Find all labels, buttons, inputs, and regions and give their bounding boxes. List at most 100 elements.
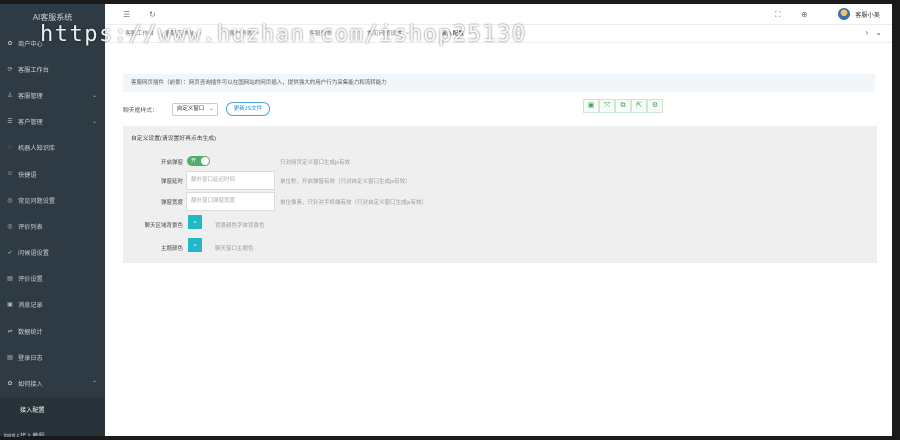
tab-4[interactable]: 常见问题设置 × [361,28,415,40]
user-icon: ✿ [7,40,13,47]
theme-color-picker[interactable]: ⌄ [188,238,202,252]
sidebar-item-label: 机器人知识库 [18,145,56,153]
popup-delay-row: 弹窗延时 额外窗口延迟时间 单位秒，开启弹窗有效（只对自定义窗口生成js有效） [123,171,863,193]
open-external-icon[interactable]: ⇱ [631,99,647,113]
theme-color-hint: 聊天窗口主题色 [215,246,254,252]
toggle-text: 开 [191,158,197,164]
sidebar-item-5[interactable]: ☺ 快捷语 [0,161,105,187]
custom-settings-panel: 自定义设置(请设置好再点击生成) 开启弹窗 开 只对网页定义窗口生成js有效 弹… [123,126,877,263]
log-icon: ▤ [7,354,13,361]
language-globe-icon[interactable]: ⊕ [801,10,808,19]
sidebar-item-label: 评价设置 [18,276,43,284]
tab-label: 客户列表 [229,31,253,37]
settings-icon: ▤ [7,276,13,283]
send-icon: ➶ [7,250,13,257]
sidebar-item-7[interactable]: ◎ 评价列表 [0,213,105,239]
access-icon: ✿ [7,381,13,388]
sidebar-item-4[interactable]: ◌ 机器人知识库 [0,135,105,161]
chat-bg-color-picker[interactable]: ⌄ [188,215,202,229]
popup-width-hint: 单位像素，只针对手机端有效（只对自定义窗口生成js有效） [280,200,427,206]
expand-icon[interactable]: ⤧ [599,99,615,113]
copy-icon[interactable]: ⧉ [615,99,631,113]
sidebar-item-label: 登录日志 [18,354,43,362]
sidebar-item-12[interactable]: ▤ 登录日志 [0,344,105,370]
rating-icon: ◎ [7,223,13,230]
fullscreen-icon[interactable]: ⛶ [775,10,781,20]
chevron-icon: ⌄ [91,92,97,99]
chevron-icon: ⌃ [91,381,97,388]
tab-menu-chevron-down-icon[interactable]: ⌄ [875,28,882,37]
menu-toggle-icon[interactable]: ☰ [123,10,130,19]
top-bar: ☰ ↻ ⛶ ⊕ 客服小美 [105,4,892,25]
sidebar-item-1[interactable]: ⟳ 客服工作台 [0,56,105,82]
sidebar-item-label: 客服工作台 [18,66,49,74]
tab-5[interactable]: 接入配置 × [435,28,478,40]
chat-bg-color-row: 聊天区域背景色 ⌄ 背景颜色字体背景色 [123,215,863,237]
tab-label: 客服工作台 [125,31,154,37]
message-icon: ▣ [7,302,13,309]
workbench-icon: ⟳ [7,66,13,73]
sidebar-item-6[interactable]: ◎ 常见问题设置 [0,187,105,213]
faq-icon: ◎ [7,197,13,204]
popup-width-input[interactable]: 额外窗口弹窗宽度 [186,192,275,211]
close-icon[interactable]: × [336,31,339,37]
sidebar-item-label: 如何接入 [18,381,43,389]
popup-delay-input[interactable]: 额外窗口延迟时间 [186,171,275,190]
chevron-down-icon: ⌄ [209,105,214,112]
tab-bar: 客服工作台 × 客服工作台 × 客户列表 × 客服列表 × 常见问题设置 × 接入配置 × › ⌄ [105,25,892,43]
chevron-icon: ⌄ [91,119,97,126]
sidebar-item-11[interactable]: ⇌ 数据统计 [0,318,105,344]
popup-enable-label: 开启弹窗 [160,160,183,166]
tab-2[interactable]: 客户列表 × [223,28,266,40]
sidebar-item-8[interactable]: ➶ 问候语设置 [0,240,105,266]
chat-style-value: 自定义窗口 [176,105,205,112]
popup-delay-label: 弹窗延时 [160,179,183,185]
customer-icon: ☰ [7,119,13,126]
app-logo: AI客服系统 [32,12,73,22]
sidebar-item-0[interactable]: ✿ 商户中心 [0,30,105,56]
update-js-button[interactable]: 更新JS文件 [225,102,271,116]
export-icon[interactable]: ▣ [583,99,599,113]
sidebar-item-label: 客户管理 [18,119,43,127]
chat-style-select[interactable]: 自定义窗口 ⌄ [171,102,218,116]
tool-icons: ▣ ⤧ ⧉ ⇱ ⚙ [583,99,663,113]
chat-bg-color-hint: 背景颜色字体背景色 [215,223,265,229]
sidebar-item-label: 商户中心 [18,40,43,48]
sidebar-item-3[interactable]: ☰ 客户管理 ⌄ [0,109,105,135]
sidebar-item-13[interactable]: ✿ 如何接入 ⌃ [0,370,105,396]
refresh-icon[interactable]: ↻ [149,10,156,19]
chat-style-label: 聊天框样式： [123,107,158,114]
user-menu[interactable]: 客服小美 [838,8,880,20]
sidebar-item-label: 常见问题设置 [18,197,56,205]
popup-enable-toggle[interactable]: 开 [187,156,210,166]
gear-icon[interactable]: ⚙ [647,99,663,113]
popup-width-label: 弹窗宽度 [160,200,183,206]
sidebar-item-label: 消息记录 [18,302,43,310]
sidebar-item-10[interactable]: ▣ 消息记录 [0,292,105,318]
smile-icon: ☺ [6,171,14,178]
main-area: ☰ ↻ ⛶ ⊕ 客服小美 客服工作台 × 客服工作台 × 客户列表 × 客服列表 × 常见问题设… [105,4,892,436]
status-text: itsiml.c [4,433,20,439]
theme-color-row: 主题颜色 ⌄ 聊天窗口主题色 [123,238,863,260]
avatar [838,8,851,20]
sidebar-item-label: 快捷语 [18,171,37,179]
agent-icon: ♙ [7,92,13,99]
tab-label: 接入配置 [441,31,465,37]
popup-delay-hint: 单位秒，开启弹窗有效（只对自定义窗口生成js有效） [280,179,411,185]
sidebar: AI客服系统 ✿ 商户中心 ⟳ 客服工作台 ♙ 客服管理 ⌄ ☰ 客户管理 ⌄ ◌ 机器人知识库 ☺ 快捷… [0,4,105,436]
username: 客服小美 [855,11,880,19]
sidebar-item-2[interactable]: ♙ 客服管理 ⌄ [0,82,105,108]
close-icon[interactable]: × [406,31,409,37]
close-icon[interactable]: × [468,31,471,37]
tab-scroll-right-icon[interactable]: › [865,28,868,37]
tab-1[interactable]: 客服工作台 × [159,28,207,40]
close-icon[interactable]: × [198,31,201,37]
close-icon[interactable]: × [256,31,259,37]
sidebar-subitem-0[interactable]: 接入配置 [0,396,105,423]
tab-3[interactable]: 客服列表 × [303,28,346,40]
sidebar-nav: ✿ 商户中心 ⟳ 客服工作台 ♙ 客服管理 ⌄ ☰ 客户管理 ⌄ ◌ 机器人知识库 ☺ 快捷语 ◎ 常见问题设… [0,30,105,436]
tab-label: 客服列表 [309,31,333,37]
sidebar-item-9[interactable]: ▤ 评价设置 [0,266,105,292]
info-notice: 客服网页插件（前景）：网页咨询插件可以在国网站的网页插入，提供强大的用户行为采集… [123,74,875,92]
panel-title: 自定义设置(请设置好再点击生成) [131,136,217,142]
